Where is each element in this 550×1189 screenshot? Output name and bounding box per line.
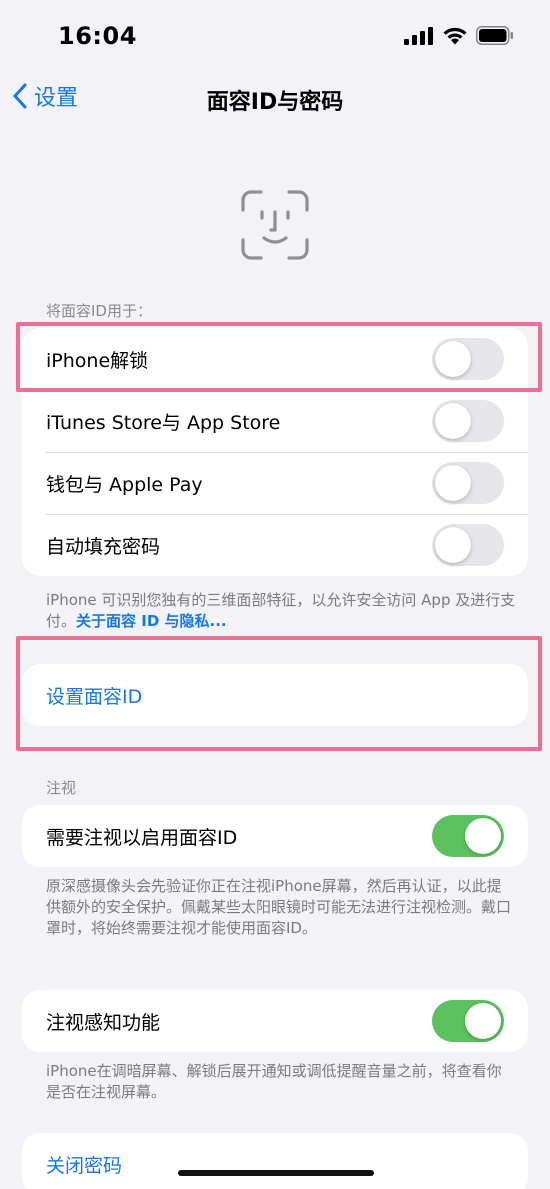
attention-aware-toggle[interactable] [432,1000,504,1042]
about-faceid-privacy-link[interactable]: 关于面容 ID 与隐私... [76,612,227,630]
toggle-knob [465,1003,501,1039]
faceid-usage-group: iPhone解锁 iTunes Store与 App Store 钱包与 App… [22,328,528,576]
row-wallet-apple-pay: 钱包与 Apple Pay [22,452,528,514]
row-label: 注视感知功能 [46,1011,161,1034]
itunes-app-store-toggle[interactable] [432,400,504,442]
faceid-section-footer: iPhone 可识别您独有的三维面部特征，以允许安全访问 App 及进行支付。关… [46,590,516,632]
row-itunes-app-store: iTunes Store与 App Store [22,390,528,452]
row-label: 自动填充密码 [46,535,161,558]
toggle-knob [435,341,471,377]
attention-section-footer: 原深感摄像头会先验证你正在注视iPhone屏幕，然后再认证，以此提供额外的安全保… [46,877,512,937]
attention-aware-footer: iPhone在调暗屏幕、解锁后展开通知或调低提醒音量之前，将查看你是否在注视屏幕… [46,1062,502,1101]
row-label: 钱包与 Apple Pay [46,473,203,496]
row-autofill-password: 自动填充密码 [22,514,528,576]
attention-section-header: 注视 [46,779,77,797]
row-label: 需要注视以启用面容ID [46,826,238,849]
iphone-unlock-toggle[interactable] [432,338,504,380]
toggle-knob [435,403,471,439]
row-label: iPhone解锁 [46,349,149,372]
toggle-knob [465,818,501,854]
status-icons [404,26,514,45]
home-indicator [178,1170,374,1176]
toggle-knob [435,465,471,501]
wifi-icon [443,27,467,45]
attention-aware-group: 注视感知功能 [22,990,528,1052]
attention-group: 需要注视以启用面容ID [22,805,528,867]
row-attention-aware: 注视感知功能 [22,990,528,1052]
faceid-section-header: 将面容ID用于： [46,302,152,320]
wallet-apple-pay-toggle[interactable] [432,462,504,504]
nav-bar: 设置 面容ID与密码 [0,76,550,120]
battery-icon [476,26,513,45]
turn-off-passcode-button[interactable]: 关闭密码 [22,1133,528,1189]
toggle-knob [435,527,471,563]
passcode-group: 关闭密码 [22,1133,528,1189]
row-label: iTunes Store与 App Store [46,411,281,434]
require-attention-toggle[interactable] [432,815,504,857]
page-title: 面容ID与密码 [206,90,344,115]
row-require-attention: 需要注视以启用面容ID [22,805,528,867]
setup-faceid-group: 设置面容ID [22,664,528,726]
cellular-signal-icon [404,26,433,45]
setup-faceid-button[interactable]: 设置面容ID [22,664,528,726]
autofill-password-toggle[interactable] [432,524,504,566]
row-iphone-unlock: iPhone解锁 [22,328,528,390]
status-bar: 16:04 [0,0,550,70]
status-time: 16:04 [58,22,137,50]
face-id-icon [240,190,310,264]
